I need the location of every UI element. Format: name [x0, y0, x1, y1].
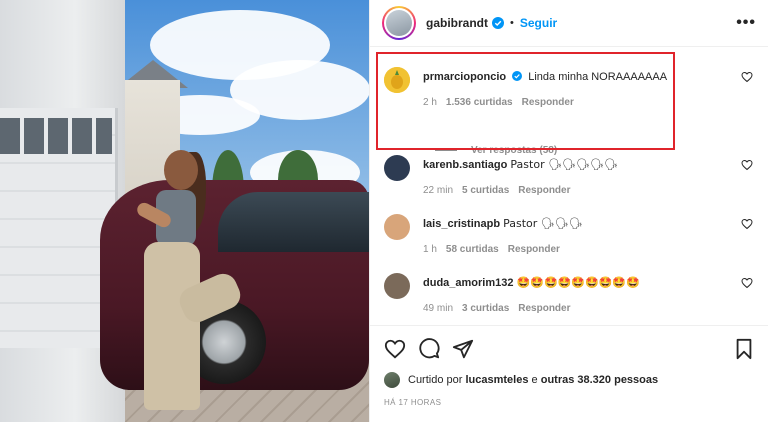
reply-button[interactable]: Responder	[508, 244, 560, 255]
replies-rule	[435, 150, 457, 151]
reply-button[interactable]: Responder	[518, 303, 570, 314]
liker-username[interactable]: lucasmteles	[465, 374, 528, 386]
comment-body: duda_amorim132 🤩🤩🤩🤩🤩🤩🤩🤩🤩 49 min 3 curtid…	[423, 276, 731, 314]
author-avatar[interactable]	[386, 10, 412, 36]
liker-avatar[interactable]	[384, 372, 400, 388]
garage-windows	[0, 118, 112, 154]
post-actions-bar	[370, 325, 768, 371]
commenter-username[interactable]: karenb.santiago	[423, 159, 507, 171]
commenter-username[interactable]: lais_cristinapb	[423, 218, 500, 230]
heart-icon[interactable]	[741, 159, 753, 171]
comment-meta: 22 min 5 curtidas Responder	[423, 185, 731, 196]
person-head	[164, 150, 198, 190]
comment-likes[interactable]: 3 curtidas	[462, 303, 509, 314]
more-icon[interactable]: •••	[736, 14, 756, 32]
comment-item: prmarcioponcio Linda minha NORAAAAAAA 2 …	[384, 67, 759, 157]
likes-others[interactable]: outras 38.320 pessoas	[541, 374, 658, 386]
commenter-avatar[interactable]	[384, 273, 410, 299]
follow-button[interactable]: Seguir	[520, 16, 557, 30]
comment-meta: 49 min 3 curtidas Responder	[423, 303, 731, 314]
pineapple-avatar-icon	[384, 67, 410, 93]
heart-icon[interactable]	[741, 71, 753, 83]
instagram-post: gabibrandt • Seguir ••• prmarcioponcio L…	[0, 0, 768, 422]
comment-text: Pastor 🗣🗣🗣	[503, 217, 583, 230]
comment-item: duda_amorim132 🤩🤩🤩🤩🤩🤩🤩🤩🤩 49 min 3 curtid…	[384, 273, 759, 323]
comment-time: 2 h	[423, 97, 437, 108]
comment-text: 🤩🤩🤩🤩🤩🤩🤩🤩🤩	[516, 276, 640, 289]
verified-icon	[492, 17, 504, 29]
comment-time: 22 min	[423, 185, 454, 196]
commenter-avatar[interactable]	[384, 67, 410, 93]
comment-body: lais_cristinapb Pastor 🗣🗣🗣 1 h 58 curtid…	[423, 217, 731, 255]
post-timestamp[interactable]: HÁ 17 HORAS	[384, 398, 441, 407]
likes-prefix: Curtido por	[408, 374, 463, 386]
comment-meta: 1 h 58 curtidas Responder	[423, 244, 731, 255]
avatar-frame	[384, 8, 414, 38]
reply-button[interactable]: Responder	[522, 97, 574, 108]
person-pants	[144, 242, 200, 410]
post-header: gabibrandt • Seguir •••	[370, 0, 768, 47]
comment-item: lais_cristinapb Pastor 🗣🗣🗣 1 h 58 curtid…	[384, 214, 759, 264]
comment-text: Linda minha NORAAAAAAA	[528, 71, 668, 83]
heart-icon[interactable]	[741, 277, 753, 289]
comment-time: 1 h	[423, 244, 437, 255]
comment-line: prmarcioponcio Linda minha NORAAAAAAA	[423, 70, 731, 84]
post-photo[interactable]	[0, 0, 369, 422]
commenter-avatar[interactable]	[384, 155, 410, 181]
heart-icon[interactable]	[741, 218, 753, 230]
share-icon[interactable]	[452, 338, 474, 360]
like-heart-icon[interactable]	[384, 338, 406, 360]
comment-line: lais_cristinapb Pastor 🗣🗣🗣	[423, 217, 731, 231]
comment-body: prmarcioponcio Linda minha NORAAAAAAA 2 …	[423, 70, 731, 108]
commenter-username[interactable]: prmarcioponcio	[423, 71, 506, 83]
comment-icon[interactable]	[418, 337, 440, 360]
comment-likes[interactable]: 5 curtidas	[462, 185, 509, 196]
separator-dot: •	[510, 17, 514, 29]
verified-icon	[512, 71, 523, 81]
person	[130, 150, 245, 415]
commenter-username[interactable]: duda_amorim132	[423, 277, 513, 289]
author-username[interactable]: gabibrandt	[426, 16, 488, 30]
likes-connector: e	[531, 374, 538, 386]
commenter-avatar[interactable]	[384, 214, 410, 240]
likes-summary: Curtido por lucasmteles e outras 38.320 …	[384, 372, 658, 388]
bookmark-icon[interactable]	[733, 338, 755, 360]
comment-text: Pastor 🗣🗣🗣🗣🗣	[510, 158, 618, 171]
reply-button[interactable]: Responder	[518, 185, 570, 196]
comments-list[interactable]: prmarcioponcio Linda minha NORAAAAAAA 2 …	[370, 47, 768, 325]
comment-meta: 2 h 1.536 curtidas Responder	[423, 97, 731, 108]
comment-body: karenb.santiago Pastor 🗣🗣🗣🗣🗣 22 min 5 cu…	[423, 158, 731, 196]
story-ring[interactable]	[382, 6, 416, 40]
comment-line: karenb.santiago Pastor 🗣🗣🗣🗣🗣	[423, 158, 731, 172]
comment-time: 49 min	[423, 303, 454, 314]
comment-likes[interactable]: 58 curtidas	[446, 244, 499, 255]
comment-likes[interactable]: 1.536 curtidas	[446, 97, 513, 108]
post-side-panel: gabibrandt • Seguir ••• prmarcioponcio L…	[369, 0, 768, 422]
comment-line: duda_amorim132 🤩🤩🤩🤩🤩🤩🤩🤩🤩	[423, 276, 731, 290]
car-window	[218, 192, 369, 252]
comment-item: karenb.santiago Pastor 🗣🗣🗣🗣🗣 22 min 5 cu…	[384, 155, 759, 205]
